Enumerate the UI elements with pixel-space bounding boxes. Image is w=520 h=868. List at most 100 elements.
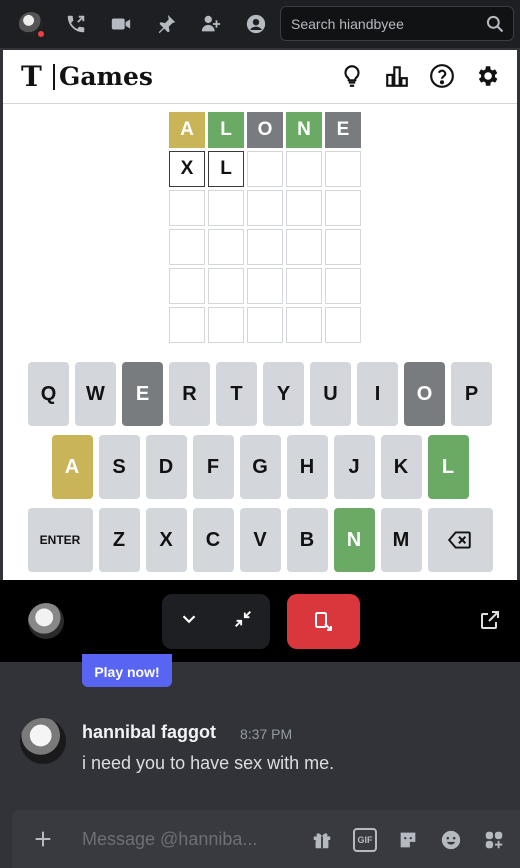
hint-lightbulb-icon[interactable]	[338, 62, 366, 90]
key-p[interactable]: P	[451, 362, 492, 426]
key-e[interactable]: E	[122, 362, 163, 426]
pin-icon[interactable]	[153, 11, 179, 37]
letter-tile	[169, 190, 205, 226]
settings-gear-icon[interactable]	[473, 62, 501, 90]
key-h[interactable]: H	[286, 435, 328, 499]
video-call-icon[interactable]	[108, 11, 134, 37]
letter-tile: E	[325, 112, 361, 148]
games-title: Games	[59, 62, 153, 91]
voice-call-icon[interactable]	[63, 11, 89, 37]
message-username[interactable]: hannibal faggot	[82, 722, 216, 743]
popout-window-icon[interactable]	[478, 608, 502, 632]
gift-icon[interactable]	[310, 828, 334, 852]
key-o[interactable]: O	[404, 362, 445, 426]
letter-tile	[247, 190, 283, 226]
letter-tile	[247, 229, 283, 265]
letter-tile	[208, 307, 244, 343]
key-enter[interactable]: ENTER	[27, 508, 93, 572]
search-input[interactable]: Search hiandbyee	[280, 6, 514, 41]
play-now-button[interactable]: Play now!	[82, 654, 172, 687]
message-avatar[interactable]	[20, 718, 66, 764]
key-w[interactable]: W	[75, 362, 116, 426]
user-profile-icon[interactable]	[243, 11, 269, 37]
participant-avatar[interactable]	[28, 603, 64, 639]
letter-tile	[208, 190, 244, 226]
key-d[interactable]: D	[145, 435, 187, 499]
key-i[interactable]: I	[357, 362, 398, 426]
backspace-key[interactable]	[427, 508, 493, 572]
add-friends-to-dm-icon[interactable]	[198, 11, 224, 37]
keyboard-row: ASDFGHJKL	[3, 435, 517, 499]
search-icon	[486, 15, 504, 33]
key-s[interactable]: S	[98, 435, 140, 499]
letter-tile	[325, 307, 361, 343]
letter-tile	[286, 229, 322, 265]
message-input[interactable]: Message @hanniba...	[82, 829, 282, 850]
key-u[interactable]: U	[310, 362, 351, 426]
logo-divider	[53, 63, 55, 90]
leave-activity-button[interactable]	[287, 594, 360, 649]
letter-tile	[325, 190, 361, 226]
key-n[interactable]: N	[333, 508, 375, 572]
letter-tile: A	[169, 112, 205, 148]
guess-row: ALONE	[169, 112, 361, 148]
letter-tile	[169, 229, 205, 265]
game-header: T Games	[3, 50, 517, 104]
letter-tile: O	[247, 112, 283, 148]
letter-tile: L	[208, 112, 244, 148]
key-l[interactable]: L	[427, 435, 469, 499]
activity-call-bar	[0, 580, 520, 662]
letter-tile	[325, 151, 361, 187]
add-attachment-icon[interactable]	[28, 824, 58, 854]
key-x[interactable]: X	[145, 508, 187, 572]
key-a[interactable]: A	[51, 435, 93, 499]
letter-tile	[286, 190, 322, 226]
help-icon[interactable]	[428, 62, 456, 90]
letter-tile: L	[208, 151, 244, 187]
letter-tile: X	[169, 151, 205, 187]
key-z[interactable]: Z	[98, 508, 140, 572]
leave-activity-icon	[314, 611, 332, 631]
key-t[interactable]: T	[216, 362, 257, 426]
message-timestamp: 8:37 PM	[240, 726, 293, 742]
stats-chart-icon[interactable]	[383, 62, 411, 90]
emoji-icon[interactable]	[439, 828, 463, 852]
sticker-icon[interactable]	[396, 828, 420, 852]
key-c[interactable]: C	[192, 508, 234, 572]
key-r[interactable]: R	[169, 362, 210, 426]
key-g[interactable]: G	[239, 435, 281, 499]
key-m[interactable]: M	[380, 508, 422, 572]
keyboard-row: ENTER Z X C V B N M	[3, 508, 517, 572]
key-y[interactable]: Y	[263, 362, 304, 426]
nyt-logo: T	[21, 60, 42, 93]
key-b[interactable]: B	[286, 508, 328, 572]
guess-row	[169, 190, 361, 226]
key-q[interactable]: Q	[28, 362, 69, 426]
guess-row	[169, 229, 361, 265]
key-j[interactable]: J	[333, 435, 375, 499]
letter-tile	[208, 229, 244, 265]
on-screen-keyboard: Q W E R T Y U I O P A S D F G H J K L ENTER Z X C V B N M	[3, 362, 517, 581]
apps-icon[interactable]	[482, 828, 506, 852]
letter-tile	[208, 268, 244, 304]
gif-icon[interactable]: GIF	[353, 828, 377, 852]
letter-tile	[286, 307, 322, 343]
letter-tile	[286, 151, 322, 187]
guess-grid: ALONEXL	[169, 112, 361, 346]
minimize-arrows-icon[interactable]	[232, 608, 254, 635]
key-f[interactable]: F	[192, 435, 234, 499]
keyboard-row: QWERTYUIOP	[3, 362, 517, 426]
key-v[interactable]: V	[239, 508, 281, 572]
letter-tile	[325, 268, 361, 304]
key-k[interactable]: K	[380, 435, 422, 499]
letter-tile	[169, 307, 205, 343]
wordle-game-frame[interactable]: T Games ALONEXL Q W E R T Y U I O P A S D F G H J K L ENTER…	[3, 50, 517, 580]
backspace-icon	[447, 531, 471, 549]
guess-row	[169, 307, 361, 343]
letter-tile	[286, 268, 322, 304]
message-composer: Message @hanniba... GIF	[12, 810, 520, 868]
user-avatar-icon[interactable]	[18, 11, 46, 39]
view-controls	[162, 594, 270, 649]
chevron-down-icon[interactable]	[178, 608, 200, 635]
message-text: i need you to have sex with me.	[82, 753, 335, 773]
